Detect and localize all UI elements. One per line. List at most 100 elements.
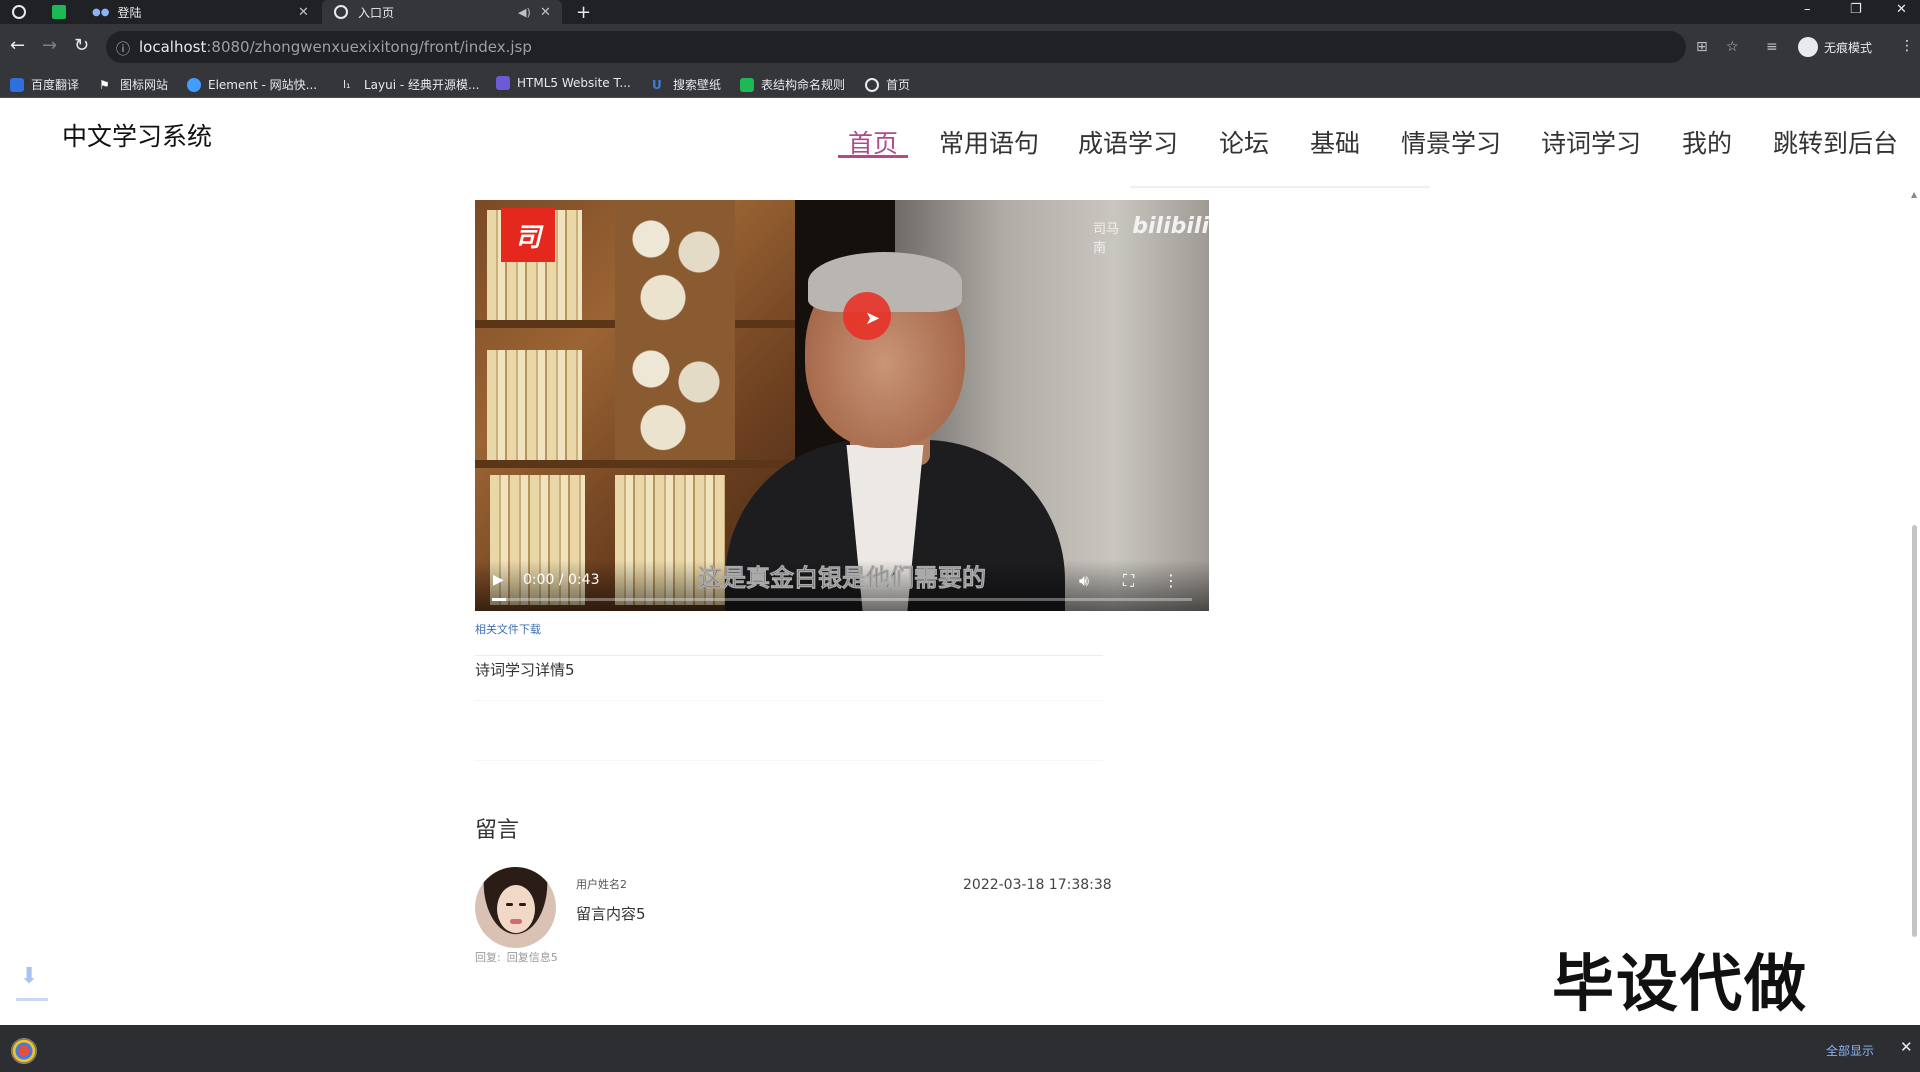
page-scrollbar-thumb[interactable] [1912,525,1917,937]
back-button[interactable]: ← [10,36,25,56]
detail-title: 诗词学习详情5 [475,661,575,679]
comment-username: 用户姓名2 [576,878,627,891]
info-icon[interactable]: ⓘ [116,39,130,59]
tab-label: 登陆 [117,5,142,20]
globe-icon [865,77,879,92]
menu-icon[interactable]: ⋮ [1900,38,1914,54]
bookmark-item[interactable]: 首页 [865,76,910,93]
download-arrow-base [16,998,48,1001]
forward-button[interactable]: → [42,36,57,56]
file-download-link[interactable]: 相关文件下载 [475,621,541,637]
bookmark-item[interactable]: 百度翻译 [10,76,79,93]
nav-scenarios[interactable]: 情景学习 [1401,124,1501,160]
tab-sheet[interactable] [52,0,66,24]
globe-icon [334,5,348,19]
tab-login[interactable]: ●● 登陆 ✕ [92,0,314,24]
bookmark-label: Layui - 经典开源模... [364,78,480,92]
avatar-eye [506,903,513,906]
channel-logo: 司 [501,208,555,262]
reading-list-icon[interactable]: ≡ [1766,39,1778,55]
sheet-icon [740,77,754,92]
cursor-icon: ➤ [865,308,881,329]
url-host: localhost [139,38,207,56]
nav-admin[interactable]: 跳转到后台 [1773,124,1898,160]
divider [475,760,1103,761]
divider [475,700,1103,701]
nav-idioms[interactable]: 成语学习 [1078,124,1178,160]
chrome-app-icon[interactable] [11,1038,37,1064]
bookmark-label: 首页 [886,78,911,92]
html5-icon [496,76,510,90]
restore-button[interactable]: ❐ [1850,2,1862,17]
video-progress-bar[interactable] [492,598,1192,601]
video-player[interactable]: ➤ 司 司马南 bilibili ▶ 0:00 / 0:43 🔊︎ ⛶ ⋮ 这是… [475,200,1209,611]
close-icon[interactable]: ✕ [1900,1038,1913,1056]
bookmark-label: 搜索壁纸 [673,78,722,92]
watermark-name: 司马南 [1093,222,1120,256]
nav-forum[interactable]: 论坛 [1219,124,1269,160]
comment-content: 留言内容5 [576,905,646,923]
tab-github[interactable] [12,0,26,24]
incognito-icon [1798,37,1818,57]
nav-active-indicator [838,155,908,158]
download-bar: 全部显示 ✕ [0,1025,1920,1072]
tab-entry[interactable]: 入口页 ◀) ✕ [322,0,562,24]
bookmark-item[interactable]: HTML5 Website T... [496,76,631,90]
address-bar[interactable]: ⓘ localhost:8080/zhongwenxuexixitong/fro… [106,31,1739,63]
nav-common-phrases[interactable]: 常用语句 [939,124,1039,160]
comments-title: 留言 [475,818,520,843]
show-all-downloads-button[interactable]: 全部显示 [1826,1042,1874,1059]
reply-text: 回复信息5 [506,951,558,964]
scroll-rolls [615,330,735,460]
bookmarks-bar: 百度翻译 ⚑ 图标网站 Element - 网站快... l₁ Layui - 经典… [0,70,1920,98]
video-progress-fill [492,598,506,601]
scroll-rolls [615,200,735,330]
nav-poetry[interactable]: 诗词学习 [1541,124,1641,160]
close-window-button[interactable]: ✕ [1896,2,1907,17]
avatar-face [497,885,535,933]
video-watermark: 司马南 bilibili [1093,214,1209,256]
close-icon[interactable]: ✕ [540,5,551,20]
minimize-button[interactable]: – [1804,2,1811,17]
bookmark-item[interactable]: Element - 网站快... [187,76,317,93]
download-arrow-icon[interactable]: ⬇ [20,964,38,989]
tab-label: 入口页 [358,5,395,20]
speaker-icon[interactable]: ◀) [518,6,531,19]
element-icon [187,77,201,92]
bookmark-label: 图标网站 [120,78,169,92]
sheet-icon [52,5,66,19]
avatar-lips [510,919,522,924]
translate-icon[interactable]: ⊞ [1696,39,1708,55]
toolbar: ← → ↻ ⓘ localhost:8080/zhongwenxuexixito… [0,24,1920,70]
bookmark-label: 百度翻译 [31,78,80,92]
watermark-brand: bilibili [1132,214,1209,239]
bookmark-item[interactable]: 表结构命名规则 [740,76,845,93]
flag-icon: ⚑ [99,77,110,92]
bookmark-label: 表结构命名规则 [761,78,846,92]
tab-strip: ●● 登陆 ✕ 入口页 ◀) ✕ + – ❐ ✕ [0,0,1920,24]
new-tab-button[interactable]: + [576,0,591,24]
bookmark-item[interactable]: l₁ Layui - 经典开源模... [343,76,479,93]
nav-basics[interactable]: 基础 [1310,124,1360,160]
github-icon [12,5,26,19]
layui-icon: l₁ [343,77,351,91]
nav-divider [1130,186,1430,188]
site-title: 中文学习系统 [62,122,213,151]
scroll-up-arrow[interactable]: ▲ [1911,190,1917,199]
promo-overlay-text: 毕设代做 [1552,947,1809,1020]
nav-mine[interactable]: 我的 [1682,124,1732,160]
reload-button[interactable]: ↻ [74,36,89,56]
star-icon[interactable]: ☆ [1726,39,1739,55]
bookmark-item[interactable]: U 搜索壁纸 [652,76,721,93]
bookmark-item[interactable]: ⚑ 图标网站 [99,76,168,93]
reply-label: 回复: [475,951,501,964]
bookmark-label: Element - 网站快... [208,78,318,92]
translate-icon [10,77,24,92]
comment-date: 2022-03-18 17:38:38 [963,877,1112,893]
wallpaper-icon: U [652,77,662,92]
close-icon[interactable]: ✕ [298,5,309,20]
divider [475,655,1103,656]
profile-button[interactable]: 无痕模式 [1798,37,1872,57]
books [487,350,582,460]
comment-reply: 回复: 回复信息5 [475,949,564,965]
